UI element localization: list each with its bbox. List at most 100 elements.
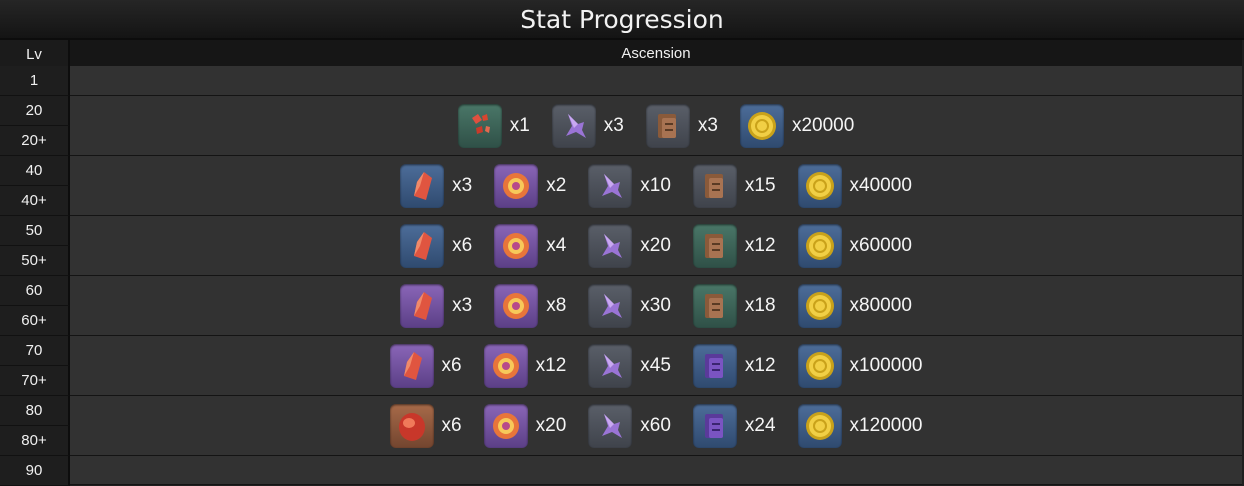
material-item[interactable]: x8 <box>494 283 567 328</box>
red-crystal-shards-icon[interactable] <box>457 103 502 148</box>
fire-orb-icon[interactable] <box>483 343 528 388</box>
material-quantity: x12 <box>535 354 567 376</box>
material-quantity: x24 <box>744 414 776 436</box>
material-quantity: x12 <box>744 354 776 376</box>
fire-orb-icon[interactable] <box>494 163 539 208</box>
material-item[interactable]: x100000 <box>797 343 923 388</box>
material-item[interactable]: x80000 <box>797 283 912 328</box>
gold-coin-icon[interactable] <box>797 223 842 268</box>
ascension-row: x6 x12 x45 x12 x100000 <box>70 336 1242 396</box>
violet-petal-icon[interactable] <box>588 163 633 208</box>
ascension-row: x1 x3 x3 x20000 <box>70 96 1242 156</box>
material-item[interactable]: x3 <box>551 103 624 148</box>
level-cell: 60+ <box>0 306 70 336</box>
material-quantity: x3 <box>603 114 624 136</box>
material-quantity: x2 <box>546 174 567 196</box>
brown-scroll-icon[interactable] <box>692 223 737 268</box>
material-item[interactable]: x20000 <box>739 103 855 148</box>
material-item[interactable]: x10 <box>588 163 671 208</box>
level-cell: 1 <box>0 66 70 96</box>
red-gem-icon[interactable] <box>389 403 434 448</box>
material-quantity: x18 <box>744 294 776 316</box>
level-cell: 70 <box>0 336 70 366</box>
ascension-row: x3 x8 x30 x18 x80000 <box>70 276 1242 336</box>
red-crystal-icon[interactable] <box>400 283 445 328</box>
material-item[interactable]: x12 <box>483 343 567 388</box>
material-item[interactable]: x20 <box>483 403 567 448</box>
material-quantity: x20000 <box>791 114 855 136</box>
purple-scroll-icon[interactable] <box>692 403 737 448</box>
gold-coin-icon[interactable] <box>797 403 842 448</box>
material-quantity: x20 <box>640 234 671 256</box>
material-item[interactable]: x2 <box>494 163 567 208</box>
material-quantity: x100000 <box>849 354 923 376</box>
fire-orb-icon[interactable] <box>483 403 528 448</box>
gold-coin-icon[interactable] <box>797 163 842 208</box>
material-item[interactable]: x20 <box>588 223 671 268</box>
material-quantity: x6 <box>441 414 462 436</box>
brown-scroll-icon[interactable] <box>692 163 737 208</box>
brown-scroll-icon[interactable] <box>645 103 690 148</box>
material-item[interactable]: x6 <box>400 223 473 268</box>
material-item[interactable]: x6 <box>389 403 462 448</box>
material-quantity: x4 <box>546 234 567 256</box>
material-quantity: x3 <box>452 174 473 196</box>
material-item[interactable]: x45 <box>588 343 671 388</box>
gold-coin-icon[interactable] <box>797 283 842 328</box>
material-item[interactable]: x12 <box>692 223 776 268</box>
material-item[interactable]: x6 <box>389 343 462 388</box>
red-crystal-icon[interactable] <box>389 343 434 388</box>
ascension-column-header: Ascension <box>70 40 1242 67</box>
material-item[interactable]: x60000 <box>797 223 912 268</box>
material-item[interactable]: x1 <box>457 103 530 148</box>
material-item[interactable]: x3 <box>400 283 473 328</box>
material-item[interactable]: x30 <box>588 283 671 328</box>
violet-petal-icon[interactable] <box>588 343 633 388</box>
material-quantity: x6 <box>452 234 473 256</box>
level-cell: 40+ <box>0 186 70 216</box>
gold-coin-icon[interactable] <box>797 343 842 388</box>
ascension-row: x6 x20 x60 x24 x120000 <box>70 396 1242 456</box>
level-cell: 40 <box>0 156 70 186</box>
ascension-row-empty <box>70 66 1242 96</box>
gold-coin-icon[interactable] <box>739 103 784 148</box>
brown-scroll-icon[interactable] <box>692 283 737 328</box>
material-item[interactable]: x4 <box>494 223 567 268</box>
level-cell: 80 <box>0 396 70 426</box>
material-quantity: x30 <box>640 294 671 316</box>
violet-petal-icon[interactable] <box>588 223 633 268</box>
material-quantity: x3 <box>452 294 473 316</box>
material-quantity: x20 <box>535 414 567 436</box>
red-crystal-icon[interactable] <box>400 163 445 208</box>
level-cell: 80+ <box>0 426 70 456</box>
purple-scroll-icon[interactable] <box>692 343 737 388</box>
material-quantity: x60 <box>640 414 671 436</box>
material-quantity: x45 <box>640 354 671 376</box>
material-quantity: x10 <box>640 174 671 196</box>
material-item[interactable]: x15 <box>692 163 776 208</box>
violet-petal-icon[interactable] <box>588 283 633 328</box>
ascension-row: x3 x2 x10 x15 x40000 <box>70 156 1242 216</box>
level-cell: 20 <box>0 96 70 126</box>
material-item[interactable]: x24 <box>692 403 776 448</box>
violet-petal-icon[interactable] <box>551 103 596 148</box>
material-item[interactable]: x60 <box>588 403 671 448</box>
material-item[interactable]: x40000 <box>797 163 912 208</box>
material-item[interactable]: x3 <box>400 163 473 208</box>
material-quantity: x80000 <box>849 294 912 316</box>
level-cell: 20+ <box>0 126 70 156</box>
material-quantity: x60000 <box>849 234 912 256</box>
material-item[interactable]: x3 <box>645 103 718 148</box>
violet-petal-icon[interactable] <box>588 403 633 448</box>
material-quantity: x8 <box>546 294 567 316</box>
material-item[interactable]: x18 <box>692 283 776 328</box>
fire-orb-icon[interactable] <box>494 223 539 268</box>
ascension-row-empty <box>70 456 1242 485</box>
fire-orb-icon[interactable] <box>494 283 539 328</box>
red-crystal-icon[interactable] <box>400 223 445 268</box>
material-item[interactable]: x120000 <box>797 403 923 448</box>
material-quantity: x6 <box>441 354 462 376</box>
material-item[interactable]: x12 <box>692 343 776 388</box>
material-quantity: x15 <box>744 174 776 196</box>
material-quantity: x120000 <box>849 414 923 436</box>
